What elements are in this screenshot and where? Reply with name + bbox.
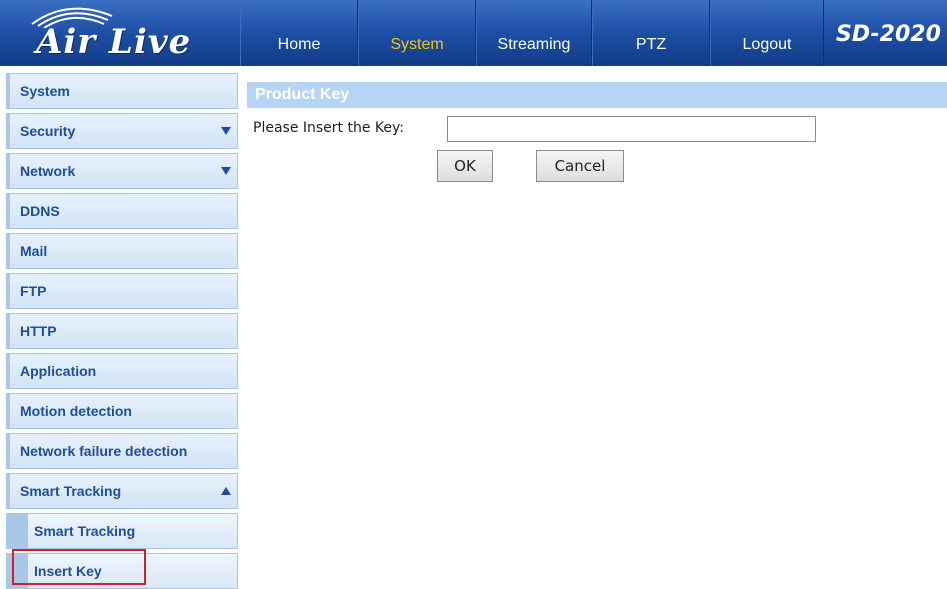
header-divider [0,66,947,72]
sidebar-item-http[interactable]: HTTP [6,313,238,349]
ok-button[interactable]: OK [437,150,493,182]
chevron-down-icon [221,127,231,135]
chevron-down-icon [221,167,231,175]
sidebar-subitem-smart-tracking[interactable]: Smart Tracking [6,513,238,549]
cancel-button[interactable]: Cancel [536,150,624,182]
sidebar: System Security Network DDNS Mail FTP HT… [6,73,238,589]
nav-streaming[interactable]: Streaming [476,0,592,66]
nav-home[interactable]: Home [240,0,358,66]
sidebar-item-label: Network failure detection [20,443,188,459]
sidebar-item-security[interactable]: Security [6,113,238,149]
sidebar-item-label: Mail [20,243,48,259]
product-key-input[interactable] [447,116,816,142]
nav-system[interactable]: System [358,0,476,66]
sidebar-item-ddns[interactable]: DDNS [6,193,238,229]
top-nav: Home System Streaming PTZ Logout [240,0,824,66]
top-header: Air Live Home System Streaming PTZ Logou… [0,0,947,66]
sidebar-item-label: DDNS [20,203,60,219]
sidebar-item-label: Network [20,163,76,179]
sidebar-item-motion-detection[interactable]: Motion detection [6,393,238,429]
airlive-logo: Air Live [0,0,240,66]
sidebar-item-system[interactable]: System [6,73,238,109]
sidebar-item-network-failure-detection[interactable]: Network failure detection [6,433,238,469]
chevron-up-icon [221,487,231,495]
key-label: Please Insert the Key: [253,120,404,136]
sidebar-item-label: FTP [20,283,47,299]
sidebar-item-smart-tracking[interactable]: Smart Tracking [6,473,238,509]
sidebar-item-label: Application [20,363,97,379]
nav-logout[interactable]: Logout [710,0,824,66]
sidebar-item-label: System [20,83,70,99]
sidebar-item-mail[interactable]: Mail [6,233,238,269]
sidebar-item-network[interactable]: Network [6,153,238,189]
sidebar-subitem-label: Insert Key [34,563,102,579]
sidebar-item-application[interactable]: Application [6,353,238,389]
nav-ptz[interactable]: PTZ [592,0,710,66]
model-name: SD-2020 [836,22,941,47]
sidebar-item-label: HTTP [20,323,57,339]
section-title: Product Key [247,82,947,108]
logo-text: Air Live [36,22,192,62]
sidebar-item-label: Security [20,123,76,139]
sidebar-item-ftp[interactable]: FTP [6,273,238,309]
sidebar-subitem-label: Smart Tracking [34,523,136,539]
sidebar-item-label: Smart Tracking [20,483,122,499]
sidebar-item-label: Motion detection [20,403,132,419]
